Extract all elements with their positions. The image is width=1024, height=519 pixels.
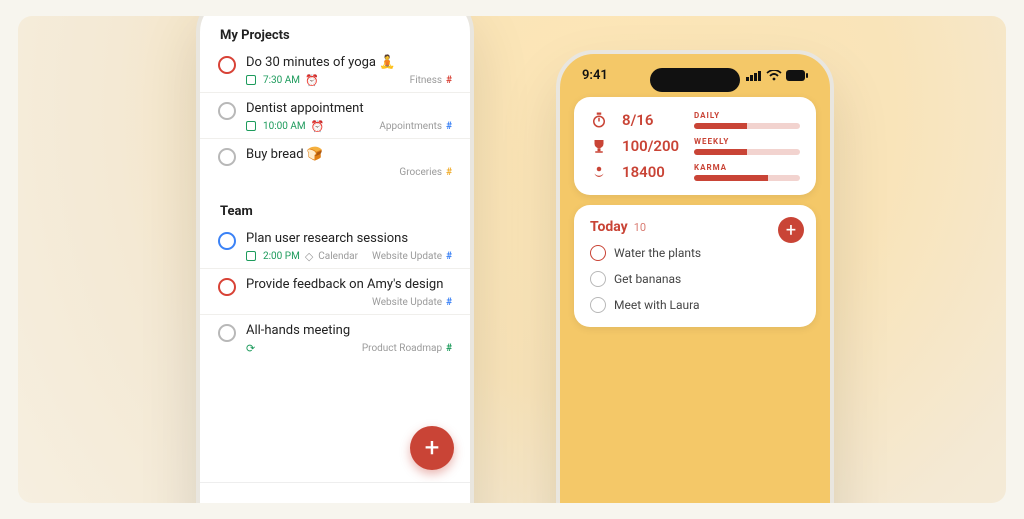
karma-icon (590, 163, 612, 181)
stat-weekly: 100/200 WEEKLY (590, 137, 800, 155)
task-tag: Groceries (399, 167, 442, 178)
task-tag: Product Roadmap (362, 343, 442, 354)
tab-today[interactable]: 21 Today (200, 483, 268, 503)
task-time: 7:30 AM (263, 75, 300, 86)
recurring-icon: ⟳ (246, 342, 255, 355)
stats-widget[interactable]: 8/16 DAILY 100/200 WEEKLY (574, 97, 816, 195)
phone-widgets: 9:41 8/16 DAILY (556, 50, 834, 503)
search-icon (359, 501, 379, 504)
task-tag: Website Update (372, 297, 442, 308)
section-header-team: Team (200, 198, 470, 223)
today-count: 10 (634, 221, 646, 234)
task-title: Provide feedback on Amy's design (246, 277, 452, 292)
priority-bullet-icon[interactable] (218, 56, 236, 74)
priority-bullet-icon[interactable] (590, 297, 606, 313)
section-header-my-projects: My Projects (200, 22, 470, 47)
widget-task-row[interactable]: Meet with Laura (590, 297, 800, 313)
showcase-stage: My Projects Do 30 minutes of yoga 🧘 7:30… (18, 16, 1006, 503)
task-time: 2:00 PM (263, 251, 300, 262)
task-row[interactable]: Dentist appointment 10:00 AM ⏰ Appointme… (200, 92, 470, 138)
task-tag: Appointments (379, 121, 442, 132)
add-task-button[interactable]: + (410, 426, 454, 470)
task-title: Dentist appointment (246, 101, 452, 116)
stat-value: 18400 (622, 163, 684, 181)
task-extra: Calendar (318, 251, 358, 262)
battery-icon (786, 70, 808, 81)
hash-icon: # (446, 297, 452, 308)
tab-inbox[interactable]: Inbox (268, 483, 336, 503)
task-title: Water the plants (614, 246, 701, 260)
task-row[interactable]: Do 30 minutes of yoga 🧘 7:30 AM ⏰ Fitnes… (200, 47, 470, 92)
bottom-tab-bar: 21 Today Inbox Search Browse (200, 482, 470, 503)
calendar-icon (246, 121, 256, 131)
priority-bullet-icon[interactable] (218, 324, 236, 342)
browse-icon (426, 501, 446, 504)
wifi-icon (766, 70, 782, 81)
progress-bar (694, 175, 800, 181)
stat-label: KARMA (694, 163, 800, 172)
inbox-icon (291, 501, 311, 504)
priority-bullet-icon[interactable] (590, 271, 606, 287)
phone-content: My Projects Do 30 minutes of yoga 🧘 7:30… (200, 16, 470, 360)
task-title: Plan user research sessions (246, 231, 452, 246)
task-title: Buy bread 🍞 (246, 147, 452, 162)
priority-bullet-icon[interactable] (218, 102, 236, 120)
add-task-button[interactable]: + (778, 217, 804, 243)
task-title: Meet with Laura (614, 298, 700, 312)
calendar-day-icon: 21 (224, 501, 244, 504)
dynamic-island (650, 68, 740, 92)
today-widget[interactable]: + Today 10 Water the plants Get bananas … (574, 205, 816, 327)
task-title: Get bananas (614, 272, 681, 286)
hash-icon: # (446, 167, 452, 178)
tag-icon: ◇ (305, 250, 313, 263)
tab-search[interactable]: Search (335, 483, 403, 503)
task-title: Do 30 minutes of yoga 🧘 (246, 55, 452, 70)
priority-bullet-icon[interactable] (218, 232, 236, 250)
hash-icon: # (446, 75, 452, 86)
trophy-icon (590, 137, 612, 155)
task-time: 10:00 AM (263, 121, 306, 132)
priority-bullet-icon[interactable] (218, 278, 236, 296)
task-tag: Fitness (410, 75, 442, 86)
status-clock: 9:41 (582, 68, 608, 83)
priority-bullet-icon[interactable] (590, 245, 606, 261)
priority-bullet-icon[interactable] (218, 148, 236, 166)
stat-karma: 18400 KARMA (590, 163, 800, 181)
task-row[interactable]: Buy bread 🍞 Groceries # (200, 138, 470, 184)
task-title: All-hands meeting (246, 323, 452, 338)
task-tag: Website Update (372, 251, 442, 262)
alarm-icon: ⏰ (305, 74, 319, 87)
task-row[interactable]: Plan user research sessions 2:00 PM ◇ Ca… (200, 223, 470, 268)
alarm-icon: ⏰ (311, 120, 325, 133)
hash-icon: # (446, 121, 452, 132)
widget-task-row[interactable]: Water the plants (590, 245, 800, 261)
timer-icon (590, 111, 612, 129)
stat-value: 100/200 (622, 137, 684, 155)
stat-label: WEEKLY (694, 137, 800, 146)
task-row[interactable]: All-hands meeting ⟳ Product Roadmap # (200, 314, 470, 360)
today-label: Today (590, 219, 628, 235)
phone-todoist: My Projects Do 30 minutes of yoga 🧘 7:30… (196, 16, 474, 503)
widget-task-row[interactable]: Get bananas (590, 271, 800, 287)
stat-daily: 8/16 DAILY (590, 111, 800, 129)
progress-bar (694, 149, 800, 155)
hash-icon: # (446, 251, 452, 262)
progress-bar (694, 123, 800, 129)
calendar-icon (246, 251, 256, 261)
task-row[interactable]: Provide feedback on Amy's design Website… (200, 268, 470, 314)
stat-value: 8/16 (622, 111, 684, 129)
tab-browse[interactable]: Browse (403, 483, 471, 503)
cellular-icon (746, 70, 762, 81)
hash-icon: # (446, 343, 452, 354)
calendar-icon (246, 75, 256, 85)
stat-label: DAILY (694, 111, 800, 120)
